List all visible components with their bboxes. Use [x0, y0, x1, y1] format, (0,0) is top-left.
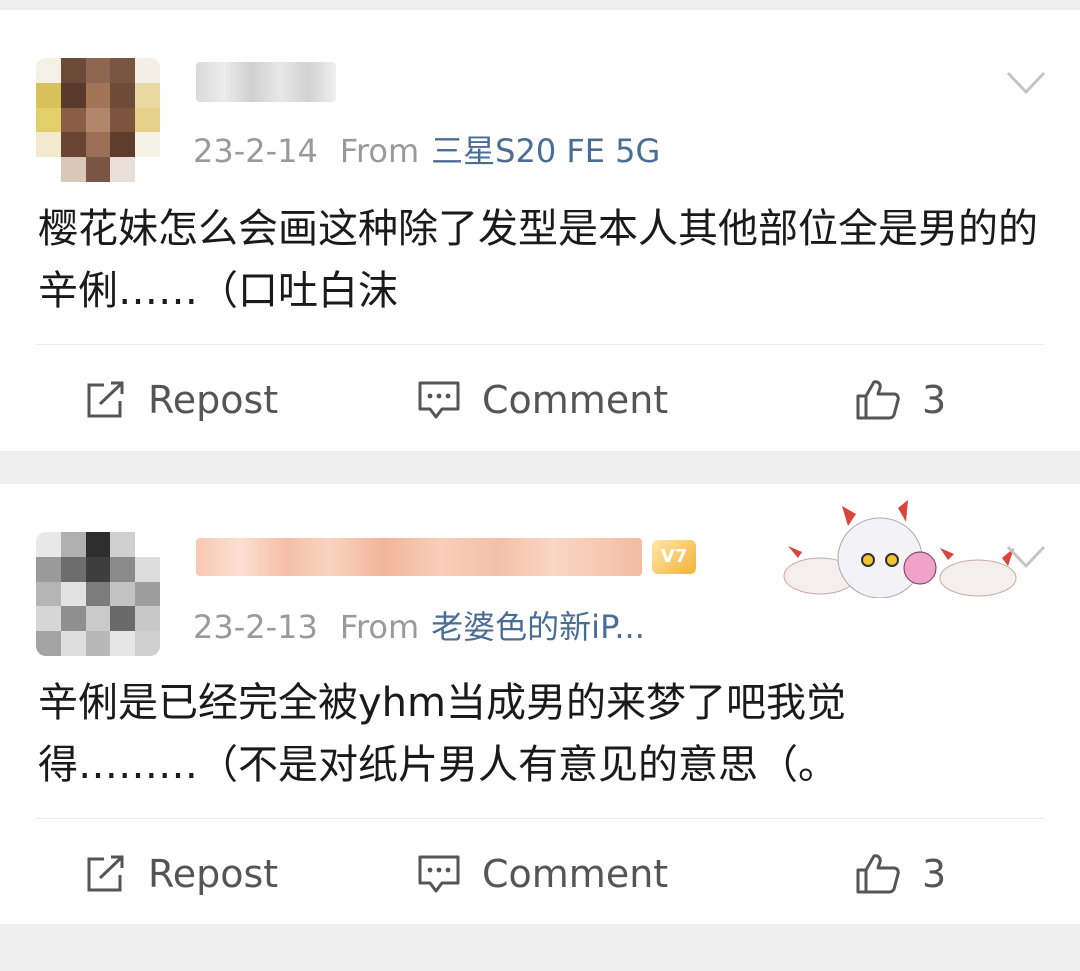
repost-icon: [87, 855, 124, 892]
like-button[interactable]: 3: [854, 848, 946, 900]
post-date: 23-2-14: [193, 132, 318, 170]
device-link[interactable]: 三星S20 FE 5G: [431, 132, 660, 170]
divider: [36, 344, 1044, 345]
divider: [36, 818, 1044, 819]
like-button[interactable]: 3: [854, 374, 946, 426]
comment-label: Comment: [482, 852, 669, 896]
comment-icon: [418, 381, 460, 419]
comment-card: 23-2-14 From 三星S20 FE 5G 樱花妹怎么会画这种除了发型是本人其…: [0, 10, 1080, 451]
repost-button[interactable]: Repost: [84, 848, 278, 900]
repost-button[interactable]: Repost: [84, 374, 278, 426]
comment-button[interactable]: Comment: [416, 374, 668, 426]
character-sticker-decoration: [783, 500, 1017, 598]
avatar[interactable]: [36, 532, 160, 656]
comment-button[interactable]: Comment: [416, 848, 668, 900]
device-link[interactable]: 老婆色的新iP...: [431, 608, 645, 646]
from-label: From: [339, 608, 420, 646]
vip-badge: V7: [652, 540, 696, 574]
comment-label: Comment: [482, 378, 669, 422]
like-count: 3: [922, 378, 947, 422]
username-blurred[interactable]: [196, 62, 336, 102]
chevron-down-icon[interactable]: [1006, 544, 1046, 570]
post-meta: 23-2-14 From 三星S20 FE 5G: [193, 126, 660, 172]
comment-card: V7 23-2-13 From 老婆色的新iP... 辛俐是已经完全被yhm当成男的…: [0, 484, 1080, 924]
comment-icon: [418, 855, 460, 893]
chevron-down-icon[interactable]: [1006, 70, 1046, 96]
post-meta: 23-2-13 From 老婆色的新iP...: [193, 602, 645, 648]
repost-label: Repost: [148, 378, 279, 422]
username-blurred[interactable]: [196, 538, 642, 576]
like-count: 3: [922, 852, 947, 896]
thumbs-up-icon: [856, 854, 900, 894]
repost-label: Repost: [148, 852, 279, 896]
avatar[interactable]: [36, 58, 160, 182]
thumbs-up-icon: [856, 380, 900, 420]
comment-text: 辛俐是已经完全被yhm当成男的来梦了吧我觉得………（不是对纸片男人有意见的意思（…: [38, 680, 846, 788]
post-date: 23-2-13: [193, 608, 318, 646]
from-label: From: [339, 132, 420, 170]
repost-icon: [87, 381, 124, 418]
comment-text: 樱花妹怎么会画这种除了发型是本人其他部位全是男的的辛俐……（口吐白沫: [38, 206, 1038, 314]
